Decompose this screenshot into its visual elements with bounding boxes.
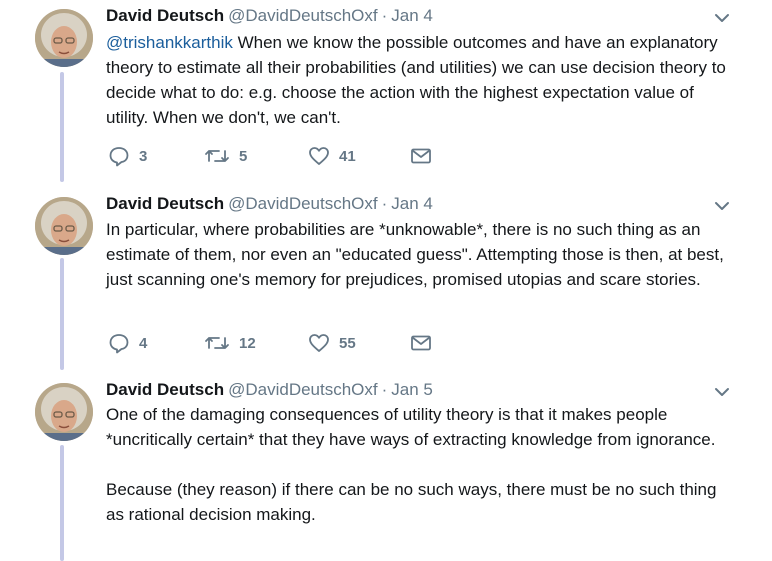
retweet-button[interactable]: 5 (204, 144, 247, 168)
author-name[interactable]: David Deutsch (106, 194, 224, 213)
reply-count: 3 (139, 147, 148, 165)
author-handle[interactable]: @DavidDeutschOxf (228, 6, 378, 25)
retweet-button[interactable]: 12 (204, 331, 256, 355)
chevron-down-icon[interactable] (712, 10, 732, 26)
author-handle[interactable]: @DavidDeutschOxf (228, 380, 378, 399)
tweet-actions: 4 12 55 (108, 331, 468, 355)
like-count: 41 (339, 147, 356, 165)
like-count: 55 (339, 334, 356, 352)
tweet-date[interactable]: Jan 5 (391, 380, 433, 399)
heart-icon (308, 145, 330, 167)
author-name[interactable]: David Deutsch (106, 380, 224, 399)
author-name[interactable]: David Deutsch (106, 6, 224, 25)
retweet-icon (204, 332, 230, 354)
dm-button[interactable] (410, 144, 432, 168)
dm-button[interactable] (410, 331, 432, 355)
mention-link[interactable]: @trishankkarthik (106, 33, 233, 52)
heart-icon (308, 332, 330, 354)
tweet-body-paragraph-2: Because (they reason) if there can be no… (106, 480, 717, 524)
tweet-header: David Deutsch @DavidDeutschOxf · Jan 5 (106, 379, 433, 401)
separator-dot: · (381, 194, 388, 213)
chevron-down-icon[interactable] (712, 384, 732, 400)
like-button[interactable]: 55 (308, 331, 356, 355)
avatar[interactable] (35, 383, 93, 441)
like-button[interactable]: 41 (308, 144, 356, 168)
separator-dot: · (381, 380, 388, 399)
reply-button[interactable]: 4 (108, 331, 147, 355)
tweet[interactable]: David Deutsch @DavidDeutschOxf · Jan 5 One … (0, 374, 772, 561)
author-handle[interactable]: @DavidDeutschOxf (228, 194, 378, 213)
avatar[interactable] (35, 197, 93, 255)
separator-dot: · (381, 6, 388, 25)
retweet-count: 12 (239, 334, 256, 352)
reply-button[interactable]: 3 (108, 144, 147, 168)
tweet-text: @trishankkarthik When we know the possib… (106, 30, 736, 130)
tweet-date[interactable]: Jan 4 (391, 6, 433, 25)
envelope-icon (410, 332, 432, 354)
reply-count: 4 (139, 334, 148, 352)
tweet-actions: 3 5 41 (108, 144, 468, 168)
tweet-text: One of the damaging consequences of util… (106, 402, 736, 527)
reply-icon (108, 145, 130, 167)
tweet-body: One of the damaging consequences of util… (106, 405, 716, 449)
retweet-count: 5 (239, 147, 248, 165)
tweet-header: David Deutsch @DavidDeutschOxf · Jan 4 (106, 193, 433, 215)
envelope-icon (410, 145, 432, 167)
retweet-icon (204, 145, 230, 167)
tweet-header: David Deutsch @DavidDeutschOxf · Jan 4 (106, 5, 433, 27)
tweet[interactable]: David Deutsch @DavidDeutschOxf · Jan 4 @tri… (0, 0, 772, 186)
chevron-down-icon[interactable] (712, 198, 732, 214)
reply-icon (108, 332, 130, 354)
tweet-text: In particular, where probabilities are *… (106, 217, 736, 292)
tweet[interactable]: David Deutsch @DavidDeutschOxf · Jan 4 In p… (0, 188, 772, 370)
tweet-body: In particular, where probabilities are *… (106, 220, 724, 289)
avatar[interactable] (35, 9, 93, 67)
tweet-date[interactable]: Jan 4 (391, 194, 433, 213)
